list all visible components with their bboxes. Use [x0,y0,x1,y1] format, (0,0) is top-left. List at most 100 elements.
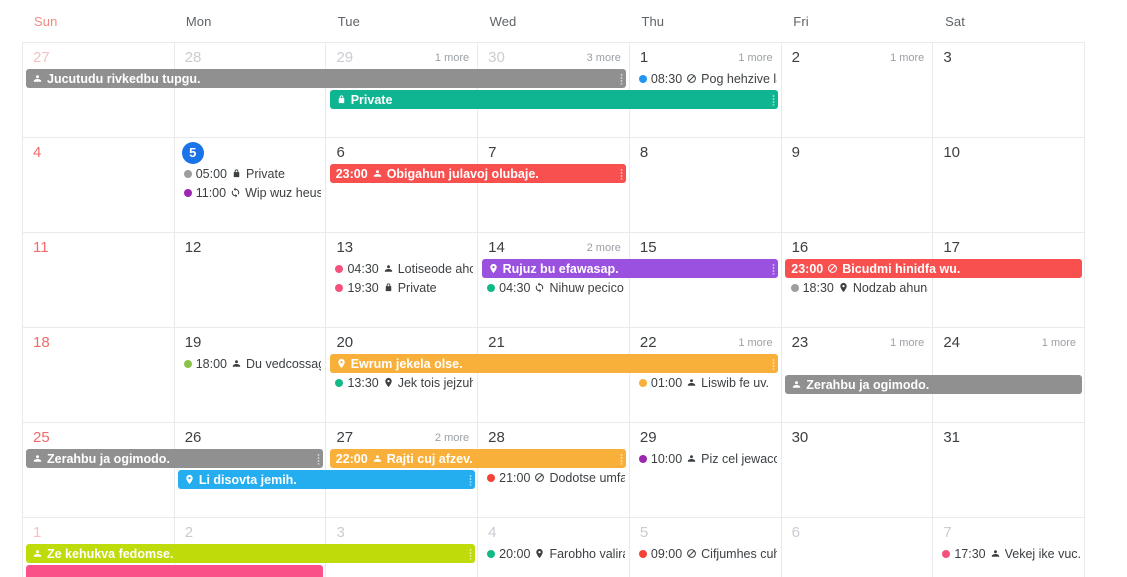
day-cell-5[interactable]: 5 09:00 Cifjumhes cuh [630,518,782,577]
day-cell-30[interactable]: 30 [781,423,934,518]
day-number[interactable]: 20 [336,334,353,352]
day-number[interactable]: 13 [336,239,353,257]
day-number[interactable]: 4 [488,524,496,542]
all-day-event-bar[interactable]: Jucutudu rivkedbu tupgu. [26,69,627,88]
day-cell-3[interactable]: 3 [933,43,1086,138]
day-number[interactable]: 11 [33,239,49,257]
day-number[interactable]: 24 [943,334,960,352]
day-number[interactable]: 21 [488,334,505,352]
all-day-event-bar[interactable]: Zerahbu ja ogimodo. [26,449,323,468]
day-number[interactable]: 29 [336,49,353,67]
day-cell-11[interactable]: 11 [23,233,175,328]
all-day-event-bar[interactable]: 23:00 Bicudmi hinidfa wu. [785,259,1082,278]
day-cell-7[interactable]: 7 [478,138,630,233]
day-cell-10[interactable]: 10 [933,138,1086,233]
day-cell-22[interactable]: 22 1 more 01:00 Liswib fe uv. [629,328,782,423]
timed-event[interactable]: 19:30 Private [332,278,473,297]
day-cell-6[interactable]: 6 [326,138,479,233]
resize-grip-icon[interactable] [620,453,624,464]
day-number[interactable]: 3 [943,49,951,67]
timed-event[interactable]: 17:30 Vekej ike vuc. [939,544,1080,563]
day-number[interactable]: 6 [336,144,344,162]
more-events-link[interactable]: 1 more [890,52,924,64]
day-number[interactable]: 7 [943,524,951,542]
timed-event[interactable]: 18:30 Nodzab ahuna [788,278,928,297]
day-number[interactable]: 1 [640,49,648,67]
day-number[interactable]: 18 [33,334,50,352]
day-number[interactable]: 2 [792,49,800,67]
day-number[interactable]: 6 [792,524,800,542]
all-day-event-bar[interactable]: Private [329,90,779,109]
resize-grip-icon[interactable] [620,73,624,84]
all-day-event-bar[interactable]: 22:00 Rajti cuj afzev. [329,449,627,468]
day-cell-5[interactable]: 5 05:00 Private 11:00 Wip wuz heus [174,138,327,233]
more-events-link[interactable]: 2 more [435,432,469,444]
day-cell-27[interactable]: 27 [23,43,175,138]
day-cell-16[interactable]: 16 18:30 Nodzab ahuna [781,233,934,328]
day-number[interactable]: 10 [943,144,960,162]
timed-event[interactable]: 10:00 Piz cel jewaco [636,449,777,468]
day-number[interactable]: 12 [185,239,202,257]
day-number[interactable]: 4 [33,144,41,162]
day-number[interactable]: 16 [792,239,809,257]
day-number[interactable]: 25 [33,429,50,447]
day-cell-8[interactable]: 8 [629,138,782,233]
day-cell-9[interactable]: 9 [781,138,934,233]
day-cell-29[interactable]: 29 10:00 Piz cel jewaco [629,423,782,518]
day-number[interactable]: 3 [336,524,344,542]
timed-event[interactable]: 11:00 Wip wuz heus [181,183,321,202]
day-cell-2[interactable]: 2 1 more [781,43,934,138]
more-events-link[interactable]: 1 more [738,337,772,349]
day-number[interactable]: 19 [185,334,202,352]
day-cell-6[interactable]: 6 [782,518,934,577]
timed-event[interactable]: 13:30 Jek tois jejzuhs [332,373,473,392]
timed-event[interactable]: 01:00 Liswib fe uv. [636,373,777,392]
all-day-event-bar[interactable] [26,565,323,577]
day-number[interactable]: 30 [488,49,505,67]
resize-grip-icon[interactable] [316,453,320,464]
all-day-event-bar[interactable]: Ze kehukva fedomse. [26,544,475,563]
day-cell-28[interactable]: 28 [174,43,327,138]
day-number[interactable]: 7 [488,144,496,162]
resize-grip-icon[interactable] [468,548,472,559]
resize-grip-icon[interactable] [772,94,776,105]
timed-event[interactable]: 18:00 Du vedcossag [181,354,321,373]
day-cell-15[interactable]: 15 [629,233,782,328]
day-cell-13[interactable]: 13 04:30 Lotiseode aho 19:30 Private [326,233,479,328]
day-cell-28[interactable]: 28 21:00 Dodotse umfa [478,423,630,518]
timed-event[interactable]: 04:30 Nihuw pecico [484,278,625,297]
day-number[interactable]: 28 [185,49,202,67]
day-number[interactable]: 31 [943,429,960,447]
all-day-event-bar[interactable]: Zerahbu ja ogimodo. [785,375,1082,394]
day-cell-14[interactable]: 14 2 more 04:30 Nihuw pecico [478,233,630,328]
resize-grip-icon[interactable] [772,358,776,369]
day-number[interactable]: 29 [640,429,657,447]
timed-event[interactable]: 20:00 Farobho valira [484,544,625,563]
day-number[interactable]: 14 [488,239,505,257]
timed-event[interactable]: 04:30 Lotiseode aho [332,259,473,278]
day-number[interactable]: 28 [488,429,505,447]
day-cell-12[interactable]: 12 [174,233,327,328]
more-events-link[interactable]: 1 more [738,52,772,64]
day-number[interactable]: 17 [943,239,960,257]
timed-event[interactable]: 09:00 Cifjumhes cuh [636,544,777,563]
day-cell-4[interactable]: 4 [23,138,175,233]
day-number-today[interactable]: 5 [181,142,204,164]
resize-grip-icon[interactable] [772,263,776,274]
day-cell-19[interactable]: 19 18:00 Du vedcossag [174,328,327,423]
day-number[interactable]: 23 [792,334,809,352]
all-day-event-bar[interactable]: Rujuz bu efawasap. [481,259,779,278]
day-cell-7[interactable]: 7 17:30 Vekej ike vuc. [933,518,1086,577]
day-number[interactable]: 26 [185,429,202,447]
day-number[interactable]: 1 [33,524,41,542]
timed-event[interactable]: 08:30 Pog hehzive la [636,69,777,88]
day-number[interactable]: 9 [792,144,800,162]
day-number[interactable]: 30 [792,429,809,447]
all-day-event-bar[interactable]: 23:00 Obigahun julavoj olubaje. [329,164,627,183]
day-cell-21[interactable]: 21 [478,328,630,423]
more-events-link[interactable]: 1 more [435,52,469,64]
day-number[interactable]: 8 [640,144,648,162]
more-events-link[interactable]: 1 more [890,337,924,349]
more-events-link[interactable]: 2 more [587,242,621,254]
all-day-event-bar[interactable]: Ewrum jekela olse. [329,354,779,373]
